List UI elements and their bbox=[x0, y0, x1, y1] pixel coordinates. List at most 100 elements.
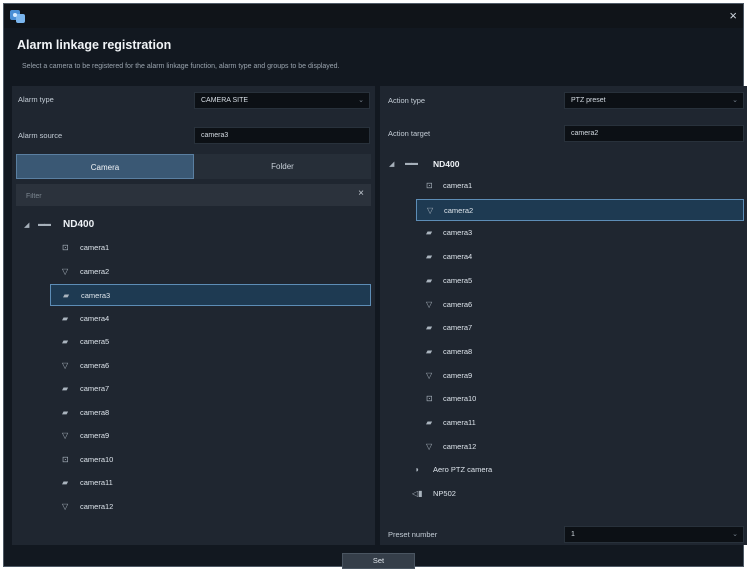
clear-filter-icon[interactable]: × bbox=[358, 188, 364, 199]
recorder-icon: ▬▬ bbox=[38, 221, 51, 228]
tree-item-label: camera11 bbox=[80, 478, 113, 487]
bullet-camera-icon: ▰ bbox=[426, 228, 433, 238]
bullet-camera-icon: ▰ bbox=[62, 313, 69, 323]
tree-item-camera6[interactable]: ▽ camera6 bbox=[416, 294, 744, 316]
tree-item-label: camera12 bbox=[80, 501, 114, 511]
tree-item-camera8[interactable]: ▰ camera8 bbox=[416, 341, 744, 363]
dome-camera-icon: ▽ bbox=[62, 431, 69, 440]
tree-item-label: camera4 bbox=[443, 252, 473, 262]
tree-item-label: camera7 bbox=[443, 323, 473, 333]
dome-camera-icon: ▽ bbox=[426, 299, 433, 309]
chevron-down-icon: ⌄ bbox=[732, 531, 738, 538]
left-tree-root[interactable]: ND400 bbox=[63, 219, 94, 230]
bullet-camera-icon: ▰ bbox=[62, 384, 69, 393]
tree-item-label: camera10 bbox=[443, 394, 477, 404]
tree-item-camera1[interactable]: ⊡ camera1 bbox=[416, 175, 744, 197]
tree-item-label: camera2 bbox=[80, 266, 110, 276]
tree-item-camera2[interactable]: ▽ camera2 bbox=[50, 261, 371, 283]
tree-item-camera11[interactable]: ▰ camera11 bbox=[416, 412, 744, 434]
bullet-camera-icon: ▰ bbox=[426, 346, 433, 356]
tree-item-camera10[interactable]: ⊡ camera10 bbox=[50, 449, 371, 471]
recorder-icon: ▬▬ bbox=[405, 160, 418, 167]
close-icon[interactable]: × bbox=[729, 7, 737, 25]
box-camera-icon: ⊡ bbox=[426, 181, 433, 190]
tree-item-camera7[interactable]: ▰ camera7 bbox=[416, 317, 744, 339]
tree-item-camera5[interactable]: ▰ camera5 bbox=[50, 331, 371, 353]
tree-item-camera12[interactable]: ▽ camera12 bbox=[50, 496, 371, 518]
bullet-camera-icon: ▰ bbox=[62, 407, 69, 417]
dome-camera-icon: ▽ bbox=[426, 370, 433, 380]
tree-item-label: camera11 bbox=[443, 418, 476, 427]
tree-item-label: camera8 bbox=[443, 346, 473, 356]
alarm-linkage-window: × Alarm linkage registration Select a ca… bbox=[3, 3, 747, 569]
title-bar: × bbox=[4, 4, 743, 28]
tree-item-label: camera12 bbox=[443, 441, 477, 451]
alarm-source-field[interactable]: camera3 bbox=[194, 127, 370, 144]
alarm-type-label: Alarm type bbox=[18, 95, 54, 104]
dialog-title: Alarm linkage registration bbox=[17, 38, 172, 52]
tree-item-label: camera9 bbox=[80, 431, 110, 440]
filter-bar: × bbox=[16, 184, 371, 206]
set-button[interactable]: Set bbox=[342, 553, 415, 569]
tab-folder[interactable]: Folder bbox=[194, 154, 371, 179]
dome-camera-icon: ▽ bbox=[426, 441, 433, 451]
tree-item-camera7[interactable]: ▰ camera7 bbox=[50, 378, 371, 400]
preset-number-label: Preset number bbox=[388, 530, 438, 539]
action-type-value: PTZ preset bbox=[571, 97, 606, 104]
tree-item-label: camera7 bbox=[80, 384, 110, 393]
box-camera-icon: ⊡ bbox=[62, 454, 69, 464]
tree-item-label: camera5 bbox=[443, 275, 473, 285]
tab-camera[interactable]: Camera bbox=[16, 154, 194, 179]
bullet-camera-icon: ▰ bbox=[426, 323, 433, 333]
tree-item-label: camera6 bbox=[443, 299, 473, 309]
dome-camera-icon: ▽ bbox=[62, 360, 69, 370]
tree-item-camera11[interactable]: ▰ camera11 bbox=[50, 472, 371, 494]
encoder-icon: ◁▮ bbox=[412, 489, 423, 498]
alarm-source-label: Alarm source bbox=[18, 131, 63, 140]
dialog-description: Select a camera to be registered for the… bbox=[22, 63, 340, 70]
tree-item-label: camera3 bbox=[81, 291, 111, 300]
tree-item-camera4[interactable]: ▰ camera4 bbox=[416, 246, 744, 268]
bullet-camera-icon: ▰ bbox=[426, 418, 433, 427]
action-target-field[interactable]: camera2 bbox=[564, 125, 744, 142]
dome-camera-icon: ▽ bbox=[62, 501, 69, 511]
tree-item-camera5[interactable]: ▰ camera5 bbox=[416, 270, 744, 292]
right-tree-root[interactable]: ND400 bbox=[433, 159, 459, 169]
tree-item-camera3[interactable]: ▰ camera3 bbox=[416, 222, 744, 244]
tree-item-camera6[interactable]: ▽ camera6 bbox=[50, 355, 371, 377]
tree-item-camera1[interactable]: ⊡ camera1 bbox=[50, 237, 371, 259]
tree-item-aero-ptz[interactable]: ◑ Aero PTZ camera bbox=[404, 459, 734, 481]
tree-item-camera10[interactable]: ⊡ camera10 bbox=[416, 388, 744, 410]
bullet-camera-icon: ▰ bbox=[426, 252, 433, 262]
alarm-source-value: camera3 bbox=[201, 132, 229, 139]
dome-camera-icon: ▽ bbox=[62, 266, 69, 276]
box-camera-icon: ⊡ bbox=[62, 243, 69, 252]
preset-number-select[interactable]: 1 ⌄ bbox=[564, 526, 744, 543]
action-type-label: Action type bbox=[388, 96, 426, 105]
tree-item-label: camera10 bbox=[80, 454, 114, 464]
collapse-arrow-icon[interactable]: ◢ bbox=[24, 221, 29, 229]
alarm-type-value: CAMERA SITE bbox=[201, 97, 249, 104]
action-target-value: camera2 bbox=[571, 130, 599, 137]
alarm-type-select[interactable]: CAMERA SITE ⌄ bbox=[194, 92, 370, 109]
tree-item-label: Aero PTZ camera bbox=[433, 465, 493, 474]
app-logo-icon bbox=[10, 10, 25, 23]
tree-item-np502[interactable]: ◁▮ NP502 bbox=[404, 483, 734, 505]
aero-ptz-icon: ◑ bbox=[414, 465, 419, 474]
filter-input[interactable] bbox=[24, 188, 328, 204]
tree-item-camera4[interactable]: ▰ camera4 bbox=[50, 308, 371, 330]
tree-item-label: camera4 bbox=[80, 313, 110, 323]
bullet-camera-icon: ▰ bbox=[62, 337, 69, 346]
tree-item-camera9[interactable]: ▽ camera9 bbox=[416, 365, 744, 387]
action-type-select[interactable]: PTZ preset ⌄ bbox=[564, 92, 744, 109]
collapse-arrow-icon[interactable]: ◢ bbox=[389, 160, 394, 168]
bullet-camera-icon: ▰ bbox=[426, 275, 433, 285]
dome-camera-icon: ▽ bbox=[427, 205, 434, 215]
action-target-label: Action target bbox=[388, 129, 431, 138]
tree-item-camera2[interactable]: ▽ camera2 bbox=[416, 198, 744, 221]
tree-item-camera9[interactable]: ▽ camera9 bbox=[50, 425, 371, 447]
tree-item-camera3[interactable]: ▰ camera3 bbox=[50, 284, 371, 306]
tree-item-camera12[interactable]: ▽ camera12 bbox=[416, 436, 744, 458]
tree-item-camera8[interactable]: ▰ camera8 bbox=[50, 402, 371, 424]
chevron-down-icon: ⌄ bbox=[358, 97, 364, 104]
